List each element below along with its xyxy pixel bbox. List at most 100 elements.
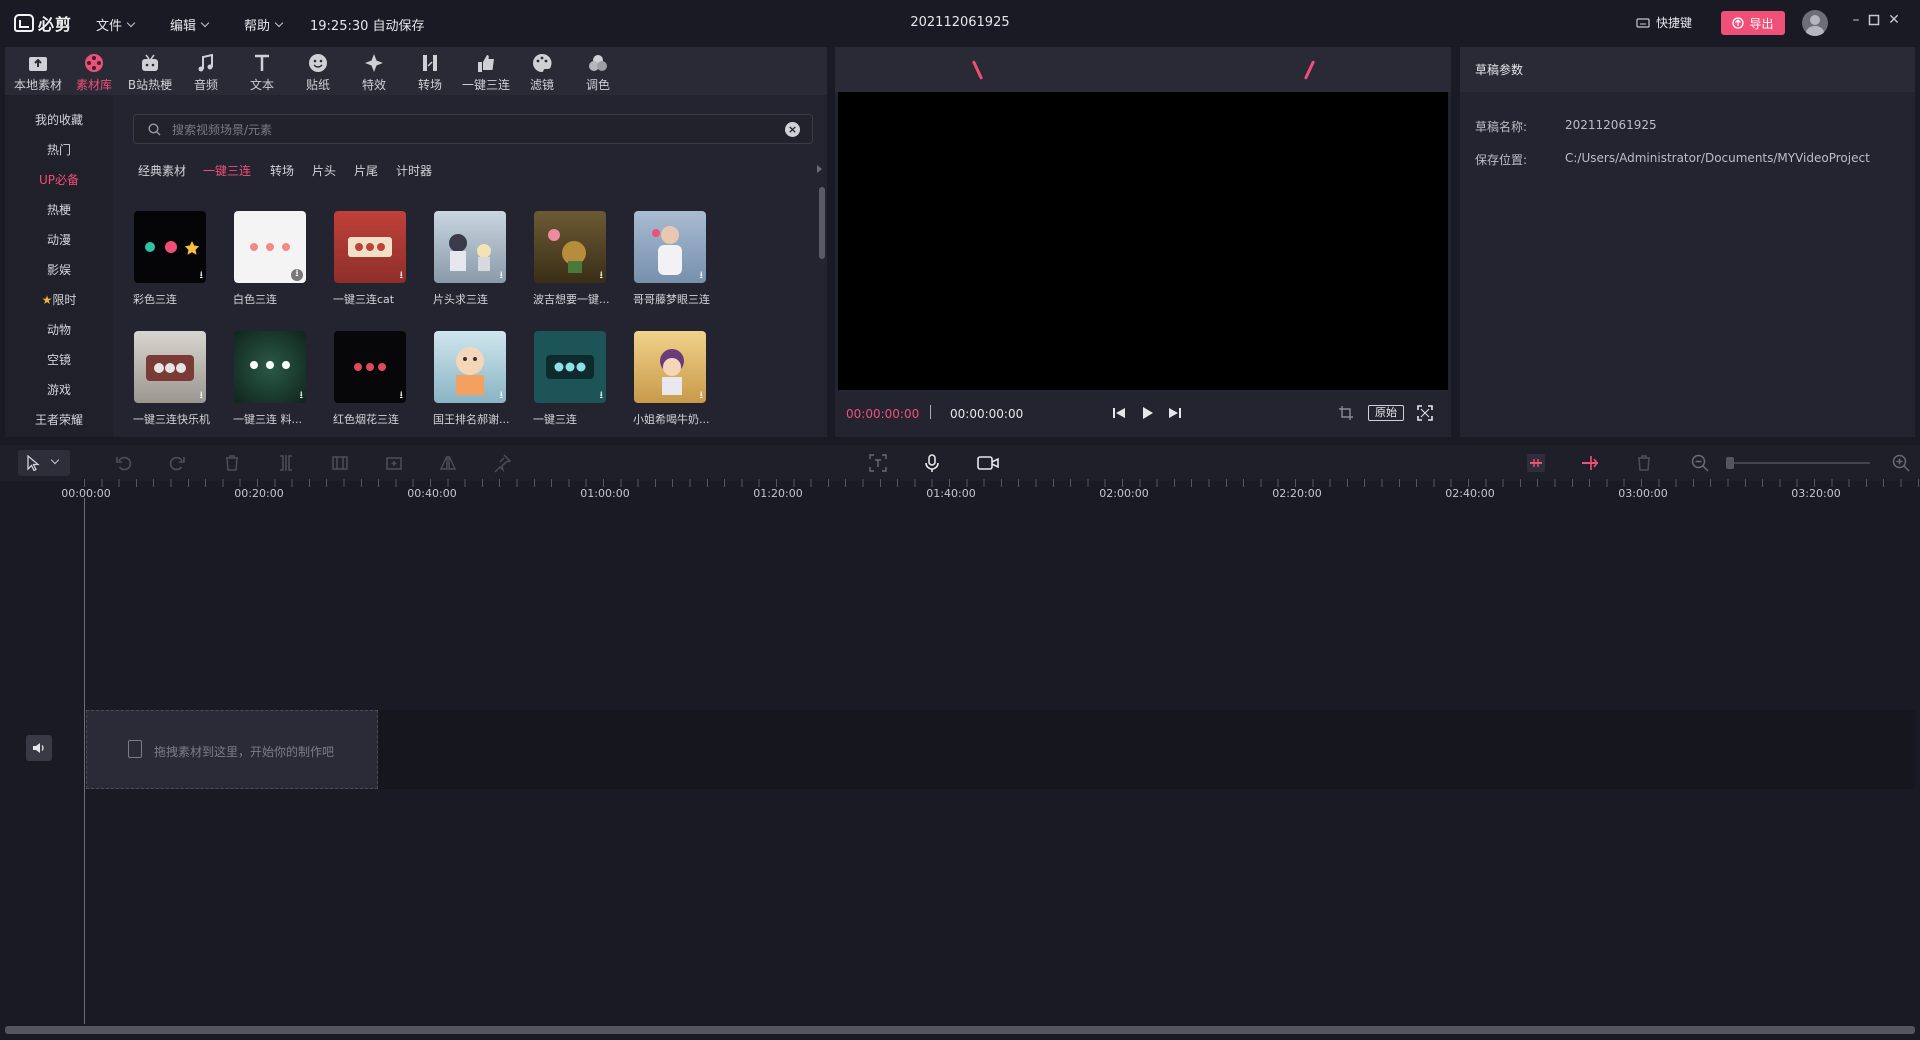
subtab-classic[interactable]: 经典素材 [138,162,186,179]
clear-search-icon[interactable]: × [785,122,800,137]
item-label: 一键三连快乐机 [133,413,210,426]
mirror-icon[interactable] [438,453,458,473]
library-item[interactable]: ⭳ 片头求三连 [433,211,517,307]
tab-audio[interactable]: 音频 [178,50,234,94]
aspect-ratio-button[interactable]: 原始 [1368,405,1404,421]
tab-effects[interactable]: 特效 [346,50,402,94]
select-tool-dropdown[interactable] [18,450,70,476]
library-item[interactable]: ⭳ 哥哥藤梦眼三连 [633,211,717,307]
library-item[interactable]: ⭳ 红色烟花三连 [333,331,417,427]
library-item[interactable]: ⭳ 国王排名郝谢... [433,331,517,427]
search-icon [148,123,161,136]
category-anime[interactable]: 动漫 [5,231,113,248]
library-item[interactable]: ⭳ 白色三连 [233,211,317,307]
download-icon: ⭳ [599,390,604,401]
close-icon[interactable]: ✕ [1886,12,1902,30]
snap-magnet-icon[interactable] [1526,453,1546,473]
params-header: 草稿参数 [1460,47,1915,92]
library-item[interactable]: ⭳ 彩色三连 [133,211,217,307]
menu-edit[interactable]: 编辑 [170,15,210,34]
menu-help[interactable]: 帮助 [244,15,284,34]
film-reel-icon [85,54,103,72]
library-item[interactable]: ⭳ 波吉想要一键... [533,211,617,307]
category-games[interactable]: 游戏 [5,381,113,398]
item-label: 彩色三连 [133,293,177,306]
minimize-icon[interactable]: – [1848,12,1864,30]
category-empty-shots[interactable]: 空镜 [5,351,113,368]
tab-filters[interactable]: 滤镜 [514,50,570,94]
scroll-right-arrow-icon[interactable] [817,165,822,173]
user-avatar[interactable] [1802,10,1828,36]
microphone-icon[interactable] [922,453,942,473]
undo-icon[interactable] [114,453,134,473]
category-up-essentials[interactable]: UP必备 [5,171,113,188]
transition-bars-icon [423,55,437,71]
library-scrollbar[interactable] [819,187,825,259]
tab-material-library[interactable]: 素材库 [66,50,122,94]
timeline-horizontal-scrollbar[interactable] [5,1026,1915,1034]
category-favorites[interactable]: 我的收藏 [5,111,113,128]
fullscreen-icon[interactable] [1417,405,1433,421]
pin-icon[interactable] [492,453,512,473]
tab-bilibili-memes[interactable]: B站热梗 [122,50,178,94]
subtab-outro[interactable]: 片尾 [354,162,378,179]
subtab-intro[interactable]: 片头 [312,162,336,179]
library-item[interactable]: ⭳ 一键三连 料... [233,331,317,427]
maximize-icon[interactable] [1866,12,1882,30]
split-icon[interactable] [276,453,296,473]
redo-icon[interactable] [167,453,187,473]
bilibili-tv-icon [142,54,158,71]
search-input[interactable] [172,120,772,140]
auto-caption-icon[interactable] [868,453,888,473]
linkage-split-icon[interactable] [1580,453,1600,473]
crop-icon[interactable] [1338,405,1354,421]
shortcut-button[interactable]: 快捷键 [1636,14,1692,31]
library-item[interactable]: ⭳ 一键三连cat [333,211,417,307]
play-icon[interactable] [1139,405,1155,421]
trim-icon[interactable] [330,453,350,473]
zoom-slider-handle[interactable] [1726,457,1734,469]
download-icon: ⭳ [699,390,704,401]
freeze-frame-icon[interactable] [384,453,404,473]
record-camera-icon[interactable] [976,453,1000,473]
skip-back-icon[interactable] [1111,405,1127,421]
track-mute-button[interactable] [26,735,52,761]
thumbnail: ⭳ [134,211,206,283]
zoom-slider-track[interactable] [1730,462,1870,464]
subtab-one-click-triple[interactable]: 一键三连 [203,162,251,179]
drop-hint-text: 拖拽素材到这里，开始你的制作吧 [154,745,335,759]
thumbnail: ⭳ [334,211,406,283]
export-button[interactable]: 导出 [1721,11,1785,35]
timeline-ruler[interactable]: 00:00:00 00:20:00 00:40:00 01:00:00 01:2… [0,481,1920,501]
video-canvas[interactable] [838,92,1448,390]
zoom-out-icon[interactable] [1690,453,1710,473]
ruler-label: 01:20:00 [753,487,803,500]
category-memes[interactable]: 热梗 [5,201,113,218]
category-limited[interactable]: ★限时 [5,291,113,308]
tab-one-click-triple[interactable]: 一键三连 [458,50,514,94]
skip-forward-icon[interactable] [1167,405,1183,421]
thumbnail: ⭳ [234,211,306,283]
category-film[interactable]: 影娱 [5,261,113,278]
category-animals[interactable]: 动物 [5,321,113,338]
library-item[interactable]: ⭳ 小姐希喝牛奶... [633,331,717,427]
delete-icon[interactable] [222,453,242,473]
menu-file[interactable]: 文件 [96,15,136,34]
library-item[interactable]: ⭳ 一键三连快乐机 [133,331,217,427]
category-hot[interactable]: 热门 [5,141,113,158]
subtab-transitions[interactable]: 转场 [270,162,294,179]
color-circles-icon [589,55,607,71]
subtab-timer[interactable]: 计时器 [396,162,432,179]
library-item[interactable]: ⭳ 一键三连 [533,331,617,427]
playhead[interactable] [84,498,85,1024]
delete-track-icon[interactable] [1634,453,1654,473]
tab-text[interactable]: 文本 [234,50,290,94]
zoom-in-icon[interactable] [1891,453,1911,473]
category-honor-of-kings[interactable]: 王者荣耀 [5,411,113,428]
draft-params-panel: 草稿参数 草稿名称: 202112061925 保存位置: C:/Users/A… [1460,47,1915,437]
tab-stickers[interactable]: 贴纸 [290,50,346,94]
tab-transitions[interactable]: 转场 [402,50,458,94]
tab-local-media[interactable]: 本地素材 [10,50,66,94]
export-upload-icon [1732,17,1745,29]
tab-color-grading[interactable]: 调色 [570,50,626,94]
